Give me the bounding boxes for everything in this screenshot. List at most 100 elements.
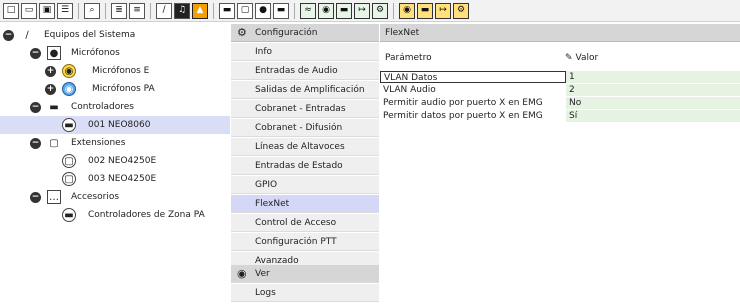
menu-header-label: Configuración	[255, 27, 318, 38]
menu-item-flexnet[interactable]: FlexNet	[231, 195, 379, 213]
music-icon[interactable]: ♫	[174, 2, 190, 19]
param-cell: Permitir audio por puerto X en EMG	[383, 98, 543, 108]
menu-item-configuracion-ptt[interactable]: Configuración PTT	[231, 233, 379, 251]
extension-device-icon: ▢	[62, 154, 76, 168]
extension-device-icon: ▢	[62, 172, 76, 186]
search-icon[interactable]: ⌕	[84, 2, 100, 19]
param-cell: VLAN Datos	[380, 71, 566, 83]
print-icon[interactable]: ☰	[57, 2, 73, 19]
param-cell: Permitir datos por puerto X en EMG	[383, 111, 543, 121]
value-cell[interactable]: 2	[566, 84, 740, 96]
tree-item-controladores-zona-pa[interactable]: ▬ Controladores de Zona PA	[0, 206, 230, 224]
menu-item-entradas-audio[interactable]: Entradas de Audio	[231, 62, 379, 80]
yellow-mic-icon: ◉	[62, 64, 76, 78]
tree-item-accesorios[interactable]: − … Accesorios	[0, 188, 230, 206]
monitor-icon[interactable]: ▬	[219, 2, 235, 19]
mic-blue-icon[interactable]: ◉	[318, 2, 334, 19]
edit-icon: ✎	[565, 53, 573, 63]
tree-item-extensiones[interactable]: − ▢ Extensiones	[0, 134, 230, 152]
gear-small-icon[interactable]: ⚙	[453, 2, 469, 19]
tree-item-002-neo4250e[interactable]: ▢ 002 NEO4250E	[0, 152, 230, 170]
menu-item-salidas-amplificacion[interactable]: Salidas de Amplificación	[231, 81, 379, 99]
list-icon[interactable]: ≡	[129, 2, 145, 19]
menu-item-logs[interactable]: Logs	[231, 284, 379, 302]
export-icon[interactable]: ↦	[354, 2, 370, 19]
pencil-icon[interactable]: ∕	[156, 2, 172, 19]
wave-icon[interactable]: ≈	[300, 2, 316, 19]
collapse-icon[interactable]: −	[30, 101, 41, 113]
tree-item-microfonos-e[interactable]: + ◉ Micrófonos E	[0, 62, 230, 80]
table-row[interactable]: VLAN Audio 2	[380, 84, 740, 96]
tree-item-label: Extensiones	[71, 138, 126, 148]
value-cell[interactable]: Sí	[566, 110, 740, 122]
table-row[interactable]: VLAN Datos 1	[380, 71, 740, 83]
tree-item-label: Equipos del Sistema	[44, 30, 136, 40]
menu-header: ⚙ Configuración	[231, 24, 379, 42]
toolbar: □ ▭ ▣ ☰ ⌕ ≣ ≡ ∕ ♫ ▲ ▬ ▢ ● ▬ ≈ ◉ ▬ ↦ ⚙ ◉ …	[0, 0, 740, 22]
menu-item-gpio[interactable]: GPIO	[231, 176, 379, 194]
extension-icon[interactable]: ▢	[237, 2, 253, 19]
column-header-valor-label: Valor	[575, 53, 599, 63]
menu-item-entradas-estado[interactable]: Entradas de Estado	[231, 157, 379, 175]
tree-item-controladores[interactable]: − ▬ Controladores	[0, 98, 230, 116]
expand-icon[interactable]: +	[45, 65, 56, 77]
menu-item-cobranet-entradas[interactable]: Cobranet - Entradas	[231, 100, 379, 118]
menu-item-lineas-altavoces[interactable]: Líneas de Altavoces	[231, 138, 379, 156]
forward-icon[interactable]: ↦	[435, 2, 451, 19]
tree-item-label: Accesorios	[71, 192, 120, 202]
value-cell[interactable]: 1	[566, 71, 740, 83]
configuration-menu: ⚙ Configuración Info Entradas de Audio S…	[231, 24, 379, 304]
device-icon: ▬	[62, 118, 76, 132]
chat-icon[interactable]: ▬	[336, 2, 352, 19]
controller-icon[interactable]: ▬	[273, 2, 289, 19]
gear-icon: ⚙	[237, 25, 247, 39]
pencil-icon: ∕	[25, 29, 29, 41]
grid-header: Parámetro ✎ Valor	[380, 50, 740, 66]
collapse-icon[interactable]: −	[3, 29, 14, 41]
tree-item-equipos[interactable]: − ∕ Equipos del Sistema	[0, 26, 230, 44]
table-row[interactable]: Permitir audio por puerto X en EMG No	[380, 97, 740, 109]
microphone-icon: ●	[47, 46, 61, 60]
toolbar-separator	[105, 2, 106, 19]
tree-item-003-neo4250e[interactable]: ▢ 003 NEO4250E	[0, 170, 230, 188]
toolbar-separator	[393, 2, 394, 19]
settings-icon[interactable]: ⚙	[372, 2, 388, 19]
collapse-icon[interactable]: −	[30, 191, 41, 203]
tree-item-label: 001 NEO8060	[88, 120, 151, 130]
menu-item-cobranet-difusion[interactable]: Cobranet - Difusión	[231, 119, 379, 137]
properties-icon[interactable]: ≣	[111, 2, 127, 19]
new-document-icon[interactable]: □	[3, 2, 19, 19]
menu-section-ver[interactable]: ◉ Ver	[231, 265, 379, 283]
speaker-icon[interactable]: ▬	[417, 2, 433, 19]
new-window-icon[interactable]: ▭	[21, 2, 37, 19]
toolbar-separator	[294, 2, 295, 19]
zone-controller-icon: ▬	[62, 208, 76, 222]
column-header-valor: ✎ Valor	[565, 53, 598, 63]
tree-item-label: Controladores	[71, 102, 134, 112]
save-icon[interactable]: ▣	[39, 2, 55, 19]
blue-mic-icon: ◉	[62, 82, 76, 96]
toolbar-separator	[213, 2, 214, 19]
toolbar-separator	[150, 2, 151, 19]
tree-item-label: 003 NEO4250E	[88, 174, 157, 184]
table-row[interactable]: Permitir datos por puerto X en EMG Sí	[380, 110, 740, 122]
menu-item-info[interactable]: Info	[231, 43, 379, 61]
microphone-icon[interactable]: ●	[255, 2, 271, 19]
tree-item-label: Micrófonos E	[92, 66, 150, 76]
more-icon: …	[47, 190, 61, 204]
tree-item-label: 002 NEO4250E	[88, 156, 157, 166]
monitor-icon: ▬	[49, 101, 59, 113]
menu-item-control-acceso[interactable]: Control de Acceso	[231, 214, 379, 232]
tree-item-microfonos[interactable]: − ● Micrófonos	[0, 44, 230, 62]
toolbar-separator	[78, 2, 79, 19]
expand-icon[interactable]: +	[45, 83, 56, 95]
tree-item-microfonos-pa[interactable]: + ◉ Micrófonos PA	[0, 80, 230, 98]
flag-icon[interactable]: ▲	[192, 2, 208, 19]
collapse-icon[interactable]: −	[30, 137, 41, 149]
value-cell[interactable]: No	[566, 97, 740, 109]
collapse-icon[interactable]: −	[30, 47, 41, 59]
extension-icon: ▢	[49, 137, 59, 149]
yellow-mic-icon[interactable]: ◉	[399, 2, 415, 19]
tree-item-001-neo8060[interactable]: ▬ 001 NEO8060	[0, 116, 230, 134]
flexnet-panel: FlexNet Parámetro ✎ Valor VLAN Datos 1 V…	[380, 24, 740, 304]
